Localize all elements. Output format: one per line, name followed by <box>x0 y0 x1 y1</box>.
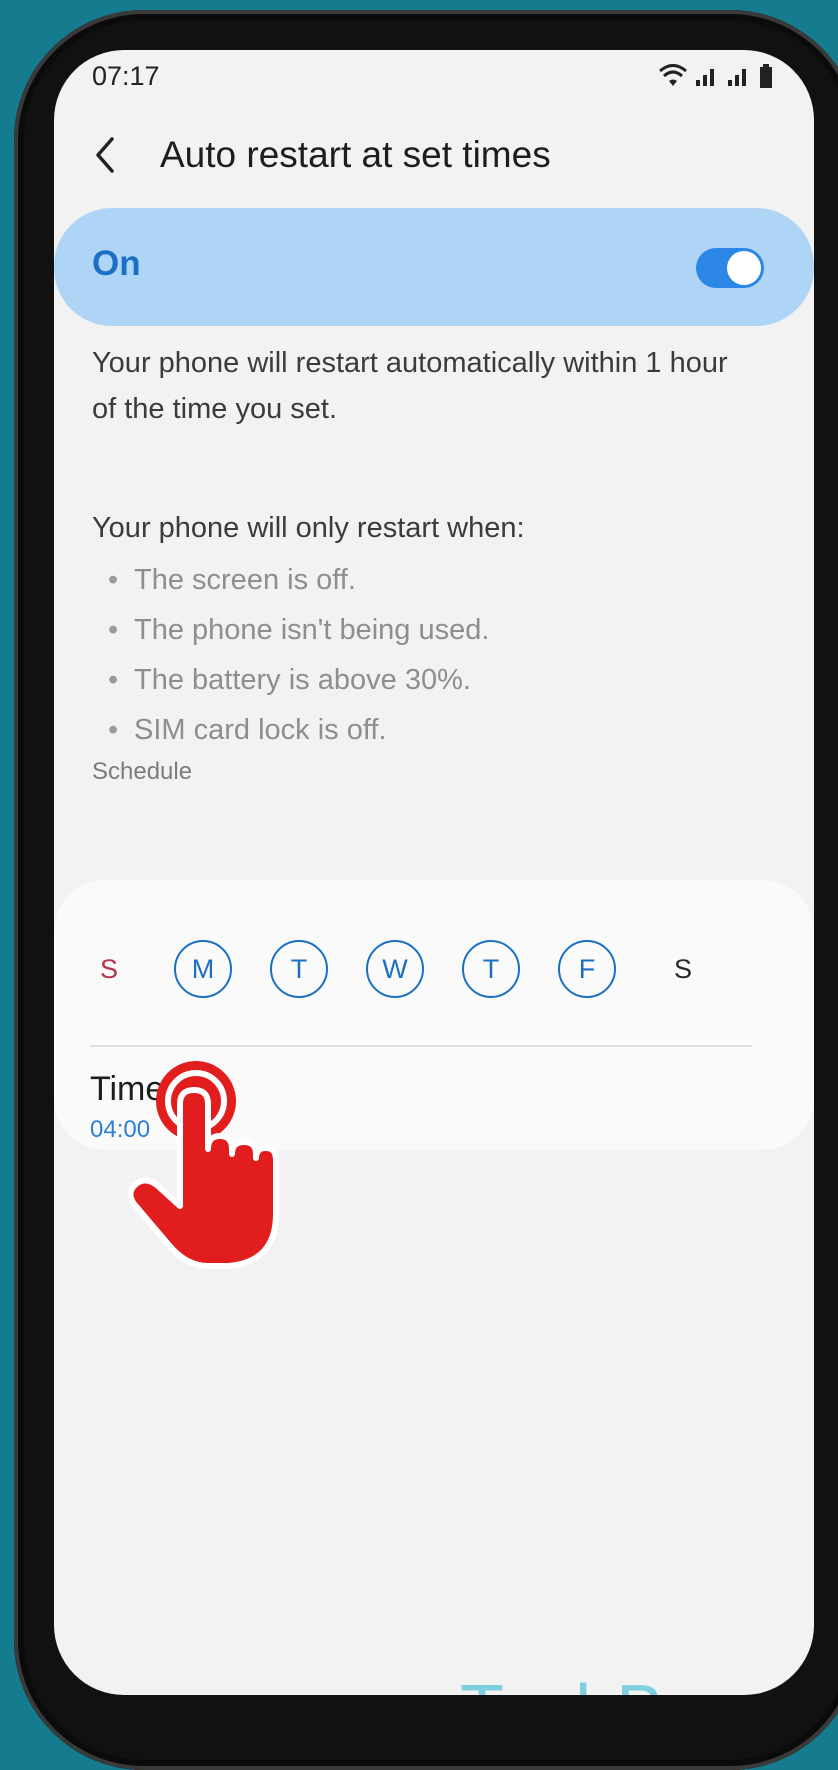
battery-icon <box>760 64 772 88</box>
schedule-section-label: Schedule <box>92 758 193 785</box>
status-icons <box>658 63 774 89</box>
page-title: Auto restart at set times <box>160 134 551 175</box>
condition-item: • SIM card lock is off. <box>108 714 387 746</box>
description-text: Your phone will restart automatically wi… <box>92 347 728 425</box>
header: Auto restart at set times <box>90 120 551 190</box>
signal-icon <box>696 69 714 86</box>
watermark-logo: TechBone <box>460 1670 788 1695</box>
tap-hand-icon <box>127 1061 279 1269</box>
condition-item: • The phone isn't being used. <box>108 614 490 646</box>
condition-item: • The battery is above 30%. <box>108 664 471 696</box>
day-tuesday[interactable]: T <box>270 940 328 998</box>
status-time: 07:17 <box>92 60 160 91</box>
chevron-left-icon <box>96 137 114 173</box>
back-button[interactable] <box>90 127 146 183</box>
status-bar: 07:17 <box>92 58 774 94</box>
day-friday[interactable]: F <box>558 940 616 998</box>
conditions-intro: Your phone will only restart when: <box>92 512 525 544</box>
day-wednesday[interactable]: W <box>366 940 424 998</box>
condition-item: • The screen is off. <box>108 564 356 596</box>
signal-icon-2 <box>728 69 746 86</box>
day-saturday[interactable]: S <box>654 940 712 998</box>
phone-screen: 07:17 Auto restart at set times On Your … <box>54 50 814 1695</box>
day-thursday[interactable]: T <box>462 940 520 998</box>
day-monday[interactable]: M <box>174 940 232 998</box>
wifi-icon <box>659 64 687 86</box>
switch-knob <box>727 251 761 285</box>
day-sunday[interactable]: S <box>80 940 138 998</box>
on-off-switch[interactable] <box>696 248 764 288</box>
divider <box>90 1045 752 1047</box>
toggle-label: On <box>92 244 141 283</box>
master-toggle-row[interactable]: On <box>54 208 814 326</box>
conditions-list: • The screen is off. • The phone isn't bei… <box>104 555 489 755</box>
